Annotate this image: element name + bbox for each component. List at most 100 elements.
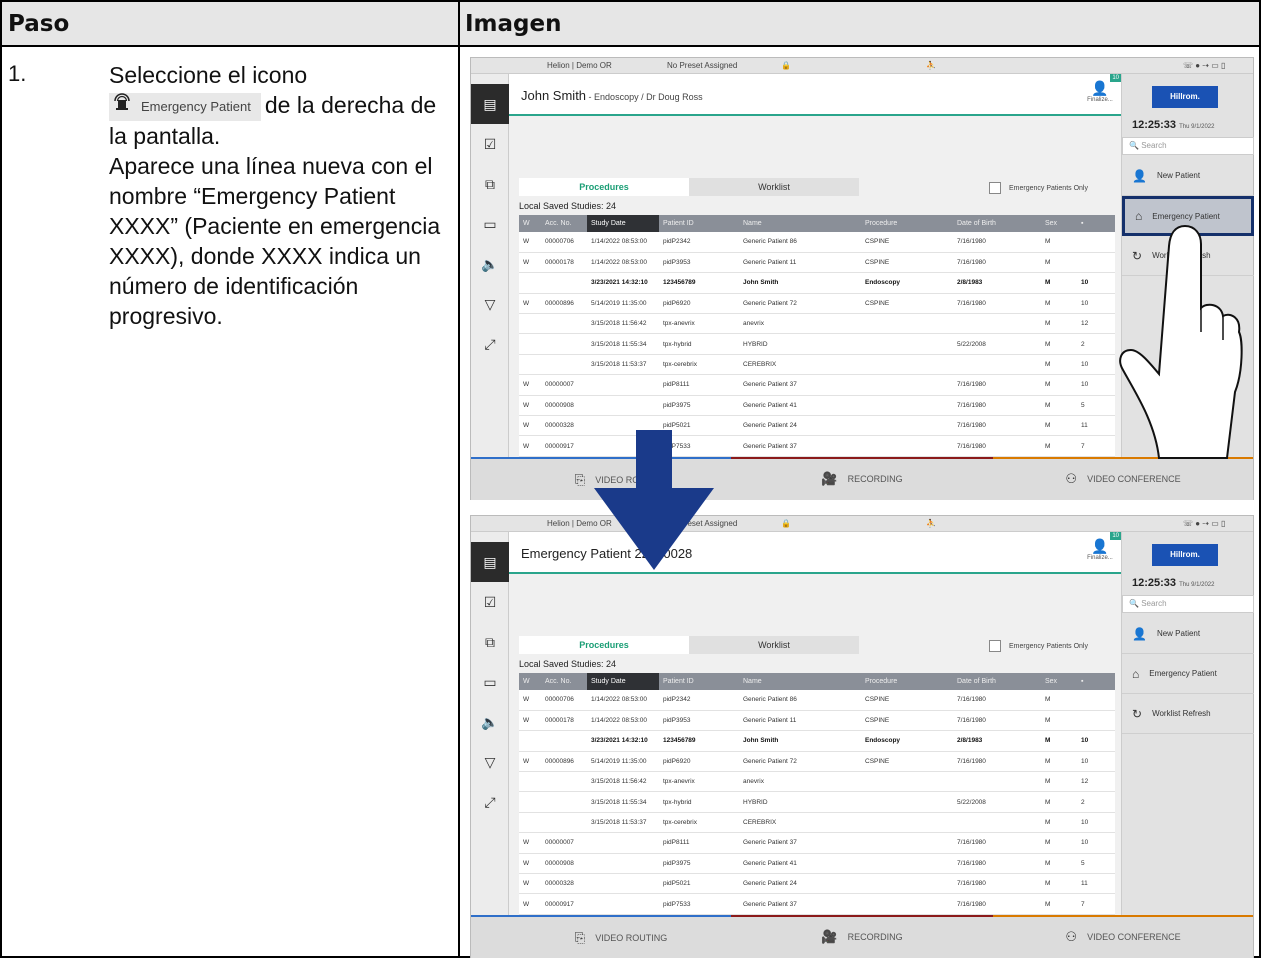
tab-procedures[interactable]: Procedures [519,178,689,196]
video-conference-button[interactable]: ⚇ VIDEO CONFERENCE [993,457,1253,498]
layout-icon[interactable]: ⧉ [471,164,509,204]
table-row[interactable]: 3/15/2018 11:55:34 tpx-hybrid HYBRID 5/22/2… [519,791,1115,813]
column-header[interactable]: Name [739,673,861,690]
search-input[interactable]: 🔍 Search [1122,595,1254,613]
column-header[interactable]: Procedure [861,215,953,232]
tab-worklist[interactable]: Worklist [689,636,859,654]
column-header[interactable]: Patient ID [659,215,739,232]
table-cell: M [1041,395,1077,417]
table-row[interactable]: 3/23/2021 14:32:10 123456789 John Smith End… [519,730,1115,752]
table-cell [861,832,953,854]
patient-card-icon[interactable]: ▤ [471,542,509,582]
video-conference-button[interactable]: ⚇ VIDEO CONFERENCE [993,915,1253,956]
table-row[interactable]: 3/15/2018 11:55:34 tpx-hybrid HYBRID 5/22/2… [519,333,1115,355]
column-header[interactable]: Procedure [861,673,953,690]
table-row[interactable]: W 00000328 pidP5021 Generic Patient 24 7/16/… [519,873,1115,895]
table-row[interactable]: W 00000007 pidP8111 Generic Patient 37 7/16/… [519,374,1115,396]
new-patient-button[interactable]: 👤 New Patient [1122,156,1254,196]
table-cell: 3/15/2018 11:56:42 [587,313,659,335]
patient-card-icon[interactable]: ▤ [471,84,509,124]
table-row[interactable]: W 00000908 pidP3975 Generic Patient 41 7/16/… [519,395,1115,417]
table-cell [587,873,659,895]
phone-icon[interactable]: ☏ ● ⇢ ▭ ▯ [1183,61,1225,70]
worklist-refresh-button[interactable]: ↻Worklist Refresh [1122,694,1254,734]
table-cell: 3/15/2018 11:55:34 [587,333,659,355]
table-cell: John Smith [739,272,861,294]
light-icon[interactable]: ▽ [471,742,509,782]
column-header[interactable]: ▪ [1077,215,1115,232]
table-cell [587,832,659,854]
table-row[interactable]: W 00000908 pidP3975 Generic Patient 41 7/16/… [519,853,1115,875]
emergency-patient-button[interactable]: ⌂ Emergency Patient [1122,654,1254,694]
table-row[interactable]: W 00000178 1/14/2022 08:53:00 pidP3953 Gener… [519,252,1115,274]
speaker-icon[interactable]: 🔈 [471,244,509,284]
table-row[interactable]: 3/15/2018 11:56:42 tpx-anevrix anevrix M 12 [519,771,1115,793]
table-row[interactable]: W 00000007 pidP8111 Generic Patient 37 7/16/… [519,832,1115,854]
column-header[interactable]: Name [739,215,861,232]
lock-icon[interactable]: 🔒 [781,61,791,70]
checklist-icon[interactable]: ☑ [471,582,509,622]
new-patient-button[interactable]: 👤 New Patient [1122,614,1254,654]
column-header[interactable]: Date of Birth [953,215,1041,232]
table-cell: 7/16/1980 [953,751,1041,773]
expand-icon[interactable]: ⤢ [471,324,509,364]
table-row[interactable]: W 00000896 5/14/2019 11:35:00 pidP6920 Gener… [519,293,1115,315]
table-row[interactable]: W 00000896 5/14/2019 11:35:00 pidP6920 Gener… [519,751,1115,773]
column-header[interactable]: Patient ID [659,673,739,690]
recording-button[interactable]: 🎥 RECORDING [731,457,993,498]
speaker-icon[interactable]: 🔈 [471,702,509,742]
table-row[interactable]: W00000917 pidP7533Generic Patient 37 7/16/… [519,893,1115,915]
column-header[interactable]: Date of Birth [953,673,1041,690]
finalize-button[interactable]: 👤 Finalize... [1085,538,1115,572]
patient-title: John Smith - Endoscopy / Dr Doug Ross [521,88,703,103]
column-header[interactable]: ▪ [1077,673,1115,690]
column-header[interactable]: Study Date [587,673,659,690]
column-header[interactable]: Acc. No. [541,215,587,232]
table-cell: 7/16/1980 [953,893,1041,915]
layout-icon[interactable]: ⧉ [471,622,509,662]
table-row[interactable]: 3/15/2018 11:56:42 tpx-anevrix anevrix M 12 [519,313,1115,335]
table-cell [519,354,541,376]
surgeon-icon[interactable]: ⛹ [926,519,936,528]
table-cell: M [1041,710,1077,732]
surgeon-icon[interactable]: ⛹ [926,61,936,70]
phone-icon[interactable]: ☏ ● ⇢ ▭ ▯ [1183,519,1225,528]
table-row[interactable]: W 00000706 1/14/2022 08:53:00 pidP2342 Gener… [519,232,1115,253]
table-row[interactable]: W 00000706 1/14/2022 08:53:00 pidP2342 Gener… [519,690,1115,711]
table-row[interactable]: 3/15/2018 11:53:37 tpx-cerebrix CEREBRIX M 1… [519,354,1115,376]
table-cell: M [1041,333,1077,355]
table-cell: 12 [1077,313,1115,335]
tab-worklist[interactable]: Worklist [689,178,859,196]
table-cell: pidP2342 [659,690,739,711]
table-cell: 2 [1077,333,1115,355]
table-row[interactable]: 3/15/2018 11:53:37 tpx-cerebrix CEREBRIX M 1… [519,812,1115,834]
column-header[interactable]: W [519,215,541,232]
column-header[interactable]: Sex [1041,673,1077,690]
finalize-button[interactable]: 👤 Finalize... [1085,80,1115,114]
monitor-icon[interactable]: ▭ [471,662,509,702]
table-row[interactable]: 3/23/2021 14:32:10 123456789 John Smith End… [519,272,1115,294]
search-input[interactable]: 🔍 Search [1122,137,1254,155]
table-cell: 11 [1077,873,1115,895]
table-cell: M [1041,751,1077,773]
refresh-icon: ↻ [1132,706,1143,721]
light-icon[interactable]: ▽ [471,284,509,324]
column-header[interactable]: Acc. No. [541,673,587,690]
table-cell [1077,252,1115,274]
video-routing-button[interactable]: ⎘ VIDEO ROUTING [511,917,731,958]
lock-icon[interactable]: 🔒 [781,519,791,528]
column-header[interactable]: Study Date [587,215,659,232]
column-header[interactable]: Sex [1041,215,1077,232]
table-cell: W [519,415,541,437]
status-bar: Helion | Demo OR No Preset Assigned 🔒 ⛹ … [471,516,1253,532]
column-header[interactable]: W [519,673,541,690]
table-row[interactable]: W 00000178 1/14/2022 08:53:00 pidP3953 Gener… [519,710,1115,732]
tab-procedures[interactable]: Procedures [519,636,689,654]
table-cell: M [1041,232,1077,253]
recording-button[interactable]: 🎥 RECORDING [731,915,993,956]
checklist-icon[interactable]: ☑ [471,124,509,164]
emergency-only-checkbox[interactable]: Emergency Patients Only [989,640,1088,652]
expand-icon[interactable]: ⤢ [471,782,509,822]
monitor-icon[interactable]: ▭ [471,204,509,244]
emergency-only-checkbox[interactable]: Emergency Patients Only [989,182,1088,194]
